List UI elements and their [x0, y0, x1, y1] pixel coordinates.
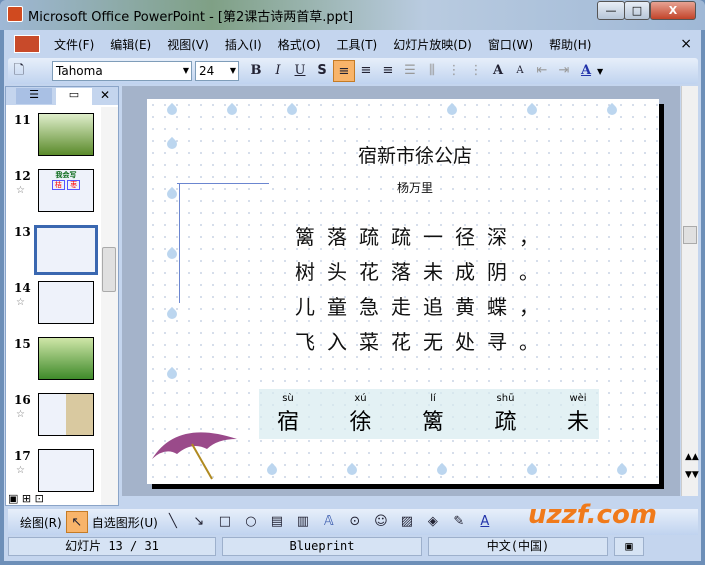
formatting-toolbar: 🗋 Tahoma ▼ 24 ▼ B I U S ≡ ≡ ≡ ☰ ⫼ ⋮ ⋮ A A … — [8, 58, 698, 84]
menu-tools[interactable]: 工具(T) — [329, 36, 386, 53]
menu-insert[interactable]: 插入(I) — [217, 36, 270, 53]
window-title: Microsoft Office PowerPoint - [第2课古诗两首草.… — [28, 10, 354, 25]
vocab-item: xú 徐 — [349, 393, 372, 435]
maximize-button[interactable]: □ — [624, 1, 650, 20]
grow-font-button[interactable]: A — [487, 60, 509, 82]
align-right-icon[interactable]: ≡ — [377, 60, 399, 82]
select-pointer-icon[interactable]: ↖ — [65, 511, 88, 533]
menu-file[interactable]: 文件(F) — [46, 36, 102, 53]
font-color-button[interactable]: A — [575, 60, 597, 82]
minimize-button[interactable]: — — [597, 1, 625, 20]
menu-bar: 文件(F) 编辑(E) 视图(V) 插入(I) 格式(O) 工具(T) 幻灯片放… — [8, 32, 698, 56]
spellcheck-icon[interactable]: ▣ — [614, 537, 644, 556]
document-icon — [14, 35, 40, 53]
italic-button[interactable]: I — [267, 60, 289, 82]
vocab-row: sù 宿 xú 徐 lí 篱 shū 疏 wèi 未 — [263, 393, 603, 436]
poem-title: 宿新市徐公店 — [357, 145, 472, 167]
chevron-down-icon[interactable]: ▼ — [597, 67, 603, 76]
pane-tabs: ☰ ▭ ✕ — [6, 87, 118, 105]
thumbnail-scrollbar[interactable] — [101, 107, 118, 505]
rectangle-icon[interactable]: □ — [214, 511, 236, 533]
arrow-icon[interactable]: ↘ — [188, 511, 210, 533]
close-document-button[interactable]: × — [680, 36, 692, 52]
design-template: Blueprint — [222, 537, 422, 556]
close-button[interactable]: X — [650, 1, 696, 20]
textbox-icon[interactable]: ▤ — [266, 511, 288, 533]
bold-button[interactable]: B — [245, 60, 267, 82]
slide-scrollbar[interactable]: ▲▲ ▼▼ — [681, 86, 699, 496]
font-color-icon[interactable]: A — [474, 511, 496, 533]
picture-icon[interactable]: ▨ — [396, 511, 418, 533]
vertical-textbox-icon[interactable]: ▥ — [292, 511, 314, 533]
vocab-item: wèi 未 — [566, 393, 589, 435]
poem-line: 树头花落未成阴。 — [295, 260, 551, 284]
close-pane-button[interactable]: ✕ — [100, 88, 110, 102]
menu-edit[interactable]: 编辑(E) — [102, 36, 159, 53]
oval-icon[interactable]: ○ — [240, 511, 262, 533]
vocab-item: lí 篱 — [421, 393, 444, 435]
slide-thumbnail-pane: ☰ ▭ ✕ 11 12 ☆ 我会写桔 枣 13 14 ☆ 15 16 ☆ 17 ☆ — [5, 86, 119, 506]
menu-window[interactable]: 窗口(W) — [480, 36, 541, 53]
slide-counter: 幻灯片 13 / 31 — [8, 537, 216, 556]
align-left-icon[interactable]: ≡ — [333, 60, 355, 82]
next-slide-button[interactable]: ▼▼ — [685, 470, 699, 480]
line-icon[interactable]: ╲ — [162, 511, 184, 533]
status-bar: 幻灯片 13 / 31 Blueprint 中文(中国) ▣ — [8, 537, 698, 558]
clipart-icon[interactable]: ☺ — [370, 511, 392, 533]
title-bar: Microsoft Office PowerPoint - [第2课古诗两首草.… — [0, 0, 705, 30]
increase-indent-icon[interactable]: ⇥ — [553, 60, 575, 82]
menu-view[interactable]: 视图(V) — [159, 36, 217, 53]
umbrella-image — [152, 432, 237, 480]
underline-button[interactable]: U — [289, 60, 311, 82]
vocab-item: shū 疏 — [494, 393, 517, 435]
autoshapes-menu[interactable]: 自选图形(U) — [92, 514, 158, 531]
decrease-indent-icon[interactable]: ⇤ — [531, 60, 553, 82]
scroll-thumb[interactable] — [683, 226, 697, 244]
outline-tab[interactable]: ☰ — [16, 88, 52, 104]
bullets-icon[interactable]: ⋮ — [465, 60, 487, 82]
shadow-button[interactable]: S — [311, 60, 333, 82]
vocab-item: sù 宿 — [276, 393, 299, 435]
powerpoint-icon — [7, 6, 23, 22]
line-color-icon[interactable]: ✎ — [448, 511, 470, 533]
menu-help[interactable]: 帮助(H) — [541, 36, 599, 53]
slide-canvas[interactable]: 宿新市徐公店 杨万里 篱落疏疏一径深， 树头花落未成阴。 儿童急走追黄蝶， 飞入… — [147, 99, 659, 484]
poem-line: 篱落疏疏一径深， — [295, 225, 551, 249]
font-select[interactable]: Tahoma ▼ — [52, 61, 192, 81]
distributed-icon[interactable]: ☰ — [399, 60, 421, 82]
view-buttons[interactable]: ▣ ⊞ ⊡ — [8, 492, 44, 505]
menu-slideshow[interactable]: 幻灯片放映(D) — [385, 36, 480, 53]
new-document-icon[interactable]: 🗋 — [8, 60, 30, 82]
poem-line: 儿童急走追黄蝶， — [295, 295, 551, 319]
vertical-text-icon[interactable]: ⫼ — [421, 60, 443, 82]
font-size-select[interactable]: 24 ▼ — [195, 61, 239, 81]
poem-author: 杨万里 — [396, 181, 433, 195]
numbering-icon[interactable]: ⋮ — [443, 60, 465, 82]
poem-line: 飞入菜花无处寻。 — [295, 330, 551, 354]
diagram-icon[interactable]: ⊙ — [344, 511, 366, 533]
draw-menu[interactable]: 绘图(R) — [20, 514, 62, 531]
fill-color-icon[interactable]: ◈ — [422, 511, 444, 533]
language-indicator: 中文(中国) — [428, 537, 608, 556]
wordart-icon[interactable]: 𝔸 — [318, 511, 340, 533]
shrink-font-button[interactable]: A — [509, 60, 531, 82]
menu-format[interactable]: 格式(O) — [270, 36, 329, 53]
align-center-icon[interactable]: ≡ — [355, 60, 377, 82]
scroll-thumb[interactable] — [102, 247, 116, 292]
prev-slide-button[interactable]: ▲▲ — [685, 452, 699, 462]
slides-tab[interactable]: ▭ — [56, 88, 92, 105]
